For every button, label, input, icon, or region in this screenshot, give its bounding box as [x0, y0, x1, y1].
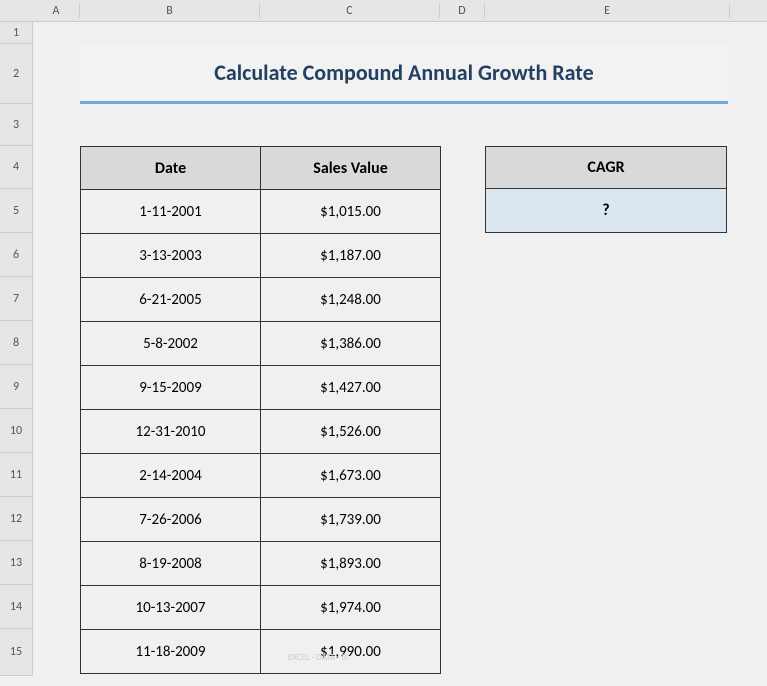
cell-date[interactable]: 10-13-2007	[81, 586, 261, 630]
cell-date[interactable]: 5-8-2002	[81, 322, 261, 366]
column-header-B[interactable]: B	[80, 4, 260, 18]
table-row: 7-26-2006$1,739.00	[81, 498, 441, 542]
cell-sales[interactable]: $1,427.00	[261, 366, 441, 410]
row-header-14[interactable]: 14	[0, 585, 33, 629]
cell-sales[interactable]: $1,974.00	[261, 586, 441, 630]
table-row: 5-8-2002$1,386.00	[81, 322, 441, 366]
cell-sales[interactable]: $1,015.00	[261, 190, 441, 234]
cagr-header[interactable]: CAGR	[485, 146, 727, 189]
column-header-D[interactable]: D	[440, 4, 485, 18]
cell-date[interactable]: 1-11-2001	[81, 190, 261, 234]
row-header-6[interactable]: 6	[0, 233, 33, 277]
column-header-A[interactable]: A	[33, 4, 80, 18]
row-header-3[interactable]: 3	[0, 104, 33, 146]
header-sales[interactable]: Sales Value	[261, 147, 441, 190]
cell-date[interactable]: 12-31-2010	[81, 410, 261, 454]
row-header-12[interactable]: 12	[0, 497, 33, 541]
table-row: 8-19-2008$1,893.00	[81, 542, 441, 586]
row-header-9[interactable]: 9	[0, 365, 33, 409]
row-header-15[interactable]: 15	[0, 629, 33, 676]
cell-sales[interactable]: $1,526.00	[261, 410, 441, 454]
cell-date[interactable]: 9-15-2009	[81, 366, 261, 410]
header-date[interactable]: Date	[81, 147, 261, 190]
cell-sales[interactable]: $1,673.00	[261, 454, 441, 498]
row-header-4[interactable]: 4	[0, 146, 33, 189]
row-header-7[interactable]: 7	[0, 277, 33, 321]
cagr-box: CAGR ?	[485, 146, 727, 233]
column-header-E[interactable]: E	[485, 4, 730, 18]
cell-sales[interactable]: $1,893.00	[261, 542, 441, 586]
row-header-8[interactable]: 8	[0, 321, 33, 365]
cell-sales[interactable]: $1,386.00	[261, 322, 441, 366]
spreadsheet: ABCDE 123456789101112131415 Calculate Co…	[0, 0, 767, 22]
cell-date[interactable]: 8-19-2008	[81, 542, 261, 586]
cell-sales[interactable]: $1,739.00	[261, 498, 441, 542]
row-headers: 123456789101112131415	[0, 22, 33, 676]
data-table: Date Sales Value 1-11-2001$1,015.003-13-…	[80, 146, 441, 674]
row-header-13[interactable]: 13	[0, 541, 33, 585]
row-header-5[interactable]: 5	[0, 189, 33, 233]
row-header-1[interactable]: 1	[0, 22, 33, 44]
table-row: 9-15-2009$1,427.00	[81, 366, 441, 410]
column-header-C[interactable]: C	[260, 4, 440, 18]
table-row: 12-31-2010$1,526.00	[81, 410, 441, 454]
cell-date[interactable]: 2-14-2004	[81, 454, 261, 498]
table-row: 1-11-2001$1,015.00	[81, 190, 441, 234]
column-headers: ABCDE	[0, 0, 767, 22]
row-header-11[interactable]: 11	[0, 453, 33, 497]
cell-date[interactable]: 3-13-2003	[81, 234, 261, 278]
page-title: Calculate Compound Annual Growth Rate	[80, 44, 728, 104]
cell-sales[interactable]: $1,248.00	[261, 278, 441, 322]
row-header-2[interactable]: 2	[0, 44, 33, 104]
table-row: 3-13-2003$1,187.00	[81, 234, 441, 278]
table-row: 2-14-2004$1,673.00	[81, 454, 441, 498]
cell-sales[interactable]: $1,187.00	[261, 234, 441, 278]
table-row: 10-13-2007$1,974.00	[81, 586, 441, 630]
table-row: 6-21-2005$1,248.00	[81, 278, 441, 322]
row-header-10[interactable]: 10	[0, 409, 33, 453]
cagr-value[interactable]: ?	[485, 189, 727, 233]
cell-date[interactable]: 11-18-2009	[81, 630, 261, 674]
cell-date[interactable]: 7-26-2006	[81, 498, 261, 542]
table-row: 11-18-2009$1,990.00	[81, 630, 441, 674]
cell-date[interactable]: 6-21-2005	[81, 278, 261, 322]
cell-sales[interactable]: $1,990.00	[261, 630, 441, 674]
